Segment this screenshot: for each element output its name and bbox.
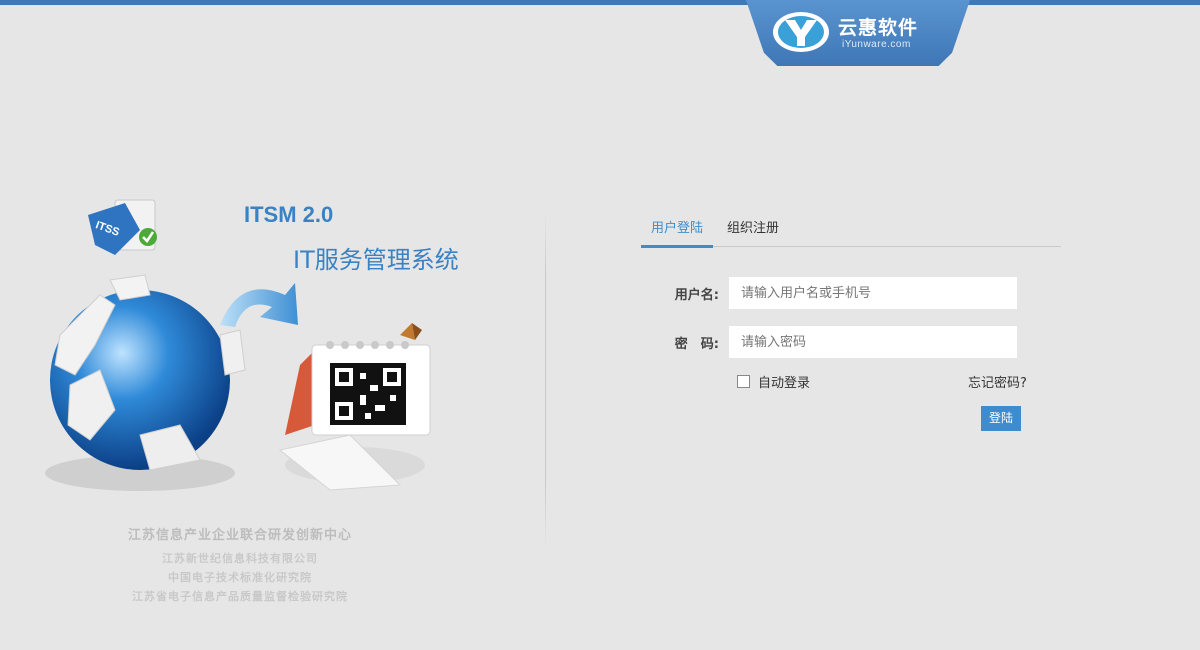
organizations-block: 江苏信息产业企业联合研发创新中心 江苏新世纪信息科技有限公司 中国电子技术标准化… xyxy=(90,524,390,606)
forgot-password-link[interactable]: 忘记密码? xyxy=(968,372,1027,391)
brand-name: 云惠软件 xyxy=(838,17,919,39)
org-line: 中国电子技术标准化研究院 xyxy=(168,571,312,584)
org-main: 江苏信息产业企业联合研发创新中心 xyxy=(127,528,352,543)
login-tabs: 用户登陆 组织注册 xyxy=(641,210,1061,248)
tab-org-register[interactable]: 组织注册 xyxy=(727,217,779,245)
itss-badge-icon: ITSS xyxy=(88,199,157,255)
auto-login-label: 自动登录 xyxy=(758,376,811,391)
top-bar xyxy=(0,0,1200,5)
tab-user-login[interactable]: 用户登陆 xyxy=(641,217,714,248)
yunware-logo-icon xyxy=(773,12,829,52)
qr-calendar-icon xyxy=(278,323,431,491)
username-input[interactable] xyxy=(729,277,1017,309)
globe-puzzle-icon xyxy=(45,274,246,491)
org-line: 江苏新世纪信息科技有限公司 xyxy=(162,552,318,565)
brand-url: iYunware.com xyxy=(842,39,911,50)
hero-illustration: ITSS xyxy=(45,199,431,491)
org-line: 江苏省电子信息产品质量监督检验研究院 xyxy=(132,590,348,603)
auto-login-option[interactable]: 自动登录 xyxy=(737,372,810,391)
username-label: 用户名: xyxy=(674,288,719,303)
login-button[interactable]: 登陆 xyxy=(981,406,1021,431)
password-input[interactable] xyxy=(729,326,1017,358)
password-label: 密 码: xyxy=(674,337,719,352)
curved-arrow-icon xyxy=(220,283,298,327)
auto-login-checkbox[interactable] xyxy=(737,375,750,388)
vertical-divider xyxy=(545,210,546,550)
